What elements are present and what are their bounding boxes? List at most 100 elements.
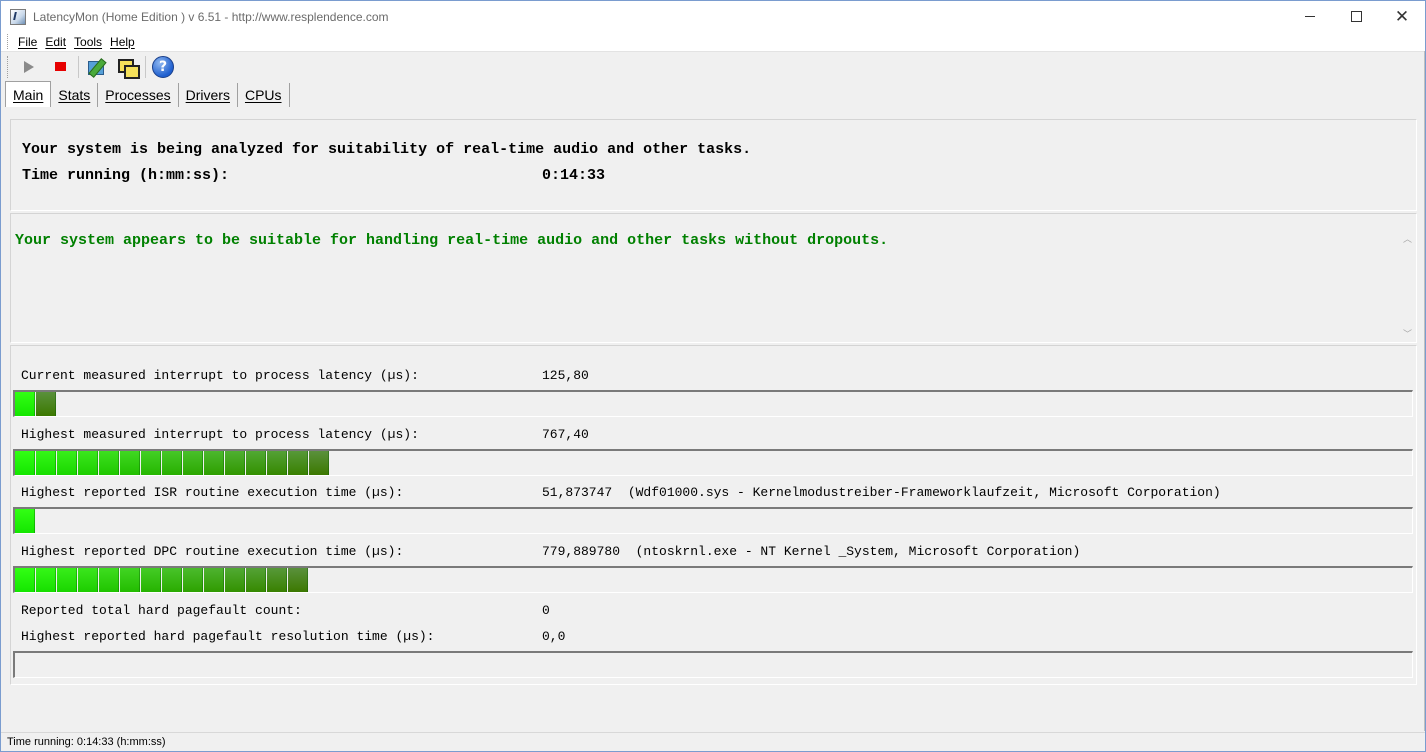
- tab-processes[interactable]: Processes: [98, 83, 179, 107]
- bar-segment: [267, 451, 287, 475]
- close-icon: ✕: [1394, 7, 1410, 26]
- minimize-button[interactable]: [1287, 1, 1333, 32]
- close-button[interactable]: ✕: [1379, 1, 1425, 32]
- bar-segment: [36, 392, 56, 416]
- time-running-value: 0:14:33: [542, 167, 606, 184]
- verdict-scrollbar[interactable]: ︿ ﹀: [1400, 232, 1416, 340]
- verdict-panel: Your system appears to be suitable for h…: [10, 213, 1417, 343]
- time-running-label: Time running (h:mm:ss):: [22, 167, 230, 184]
- bar-segment: [15, 568, 35, 592]
- bar-segment: [204, 451, 224, 475]
- tab-stats[interactable]: Stats: [51, 83, 99, 107]
- menu-help[interactable]: Help: [106, 35, 139, 49]
- tab-drivers-label: Drivers: [185, 87, 230, 103]
- start-button[interactable]: [16, 54, 42, 80]
- isr-value: 51,873747 (Wdf01000.sys - Kernelmodustre…: [542, 485, 1221, 500]
- bar-segment: [288, 451, 308, 475]
- bar-segment: [246, 568, 266, 592]
- stop-icon: [54, 62, 66, 71]
- window-controls: ✕: [1287, 1, 1425, 32]
- tools-button[interactable]: [83, 54, 109, 80]
- status-bar: Time running: 0:14:33 (h:mm:ss): [1, 732, 1425, 751]
- bar-segment: [288, 568, 308, 592]
- menu-file[interactable]: File: [14, 35, 41, 49]
- stop-button[interactable]: [47, 54, 73, 80]
- maximize-button[interactable]: [1333, 1, 1379, 32]
- pagefault-time-value: 0,0: [542, 629, 566, 644]
- tab-stats-label: Stats: [58, 87, 91, 103]
- tools-icon: [86, 57, 107, 78]
- bar-segment: [78, 568, 98, 592]
- title-bar[interactable]: LatencyMon (Home Edition ) v 6.51 - http…: [1, 1, 1425, 32]
- analysis-panel: Your system is being analyzed for suitab…: [10, 119, 1417, 211]
- bar-segment: [15, 392, 35, 416]
- tab-main-label: Main: [13, 86, 44, 103]
- windows-button[interactable]: [114, 54, 140, 80]
- bar-segment: [120, 568, 140, 592]
- window-edge: [1424, 51, 1425, 731]
- bar-segment: [78, 451, 98, 475]
- current-latency-value: 125,80: [542, 368, 589, 383]
- bar-segment: [309, 451, 329, 475]
- menu-grip: [7, 34, 10, 49]
- tab-strip: Main Stats Processes Drivers CPUs: [1, 81, 1425, 107]
- highest-latency-label: Highest measured interrupt to process la…: [21, 427, 419, 442]
- bar-segment: [57, 568, 77, 592]
- pagefault-count-label: Reported total hard pagefault count:: [21, 603, 302, 618]
- maximize-icon: [1350, 11, 1362, 22]
- current-latency-bar: [13, 390, 1413, 417]
- bar-segment: [36, 568, 56, 592]
- dpc-value: 779,889780 (ntoskrnl.exe - NT Kernel _Sy…: [542, 544, 1081, 559]
- tab-cpus[interactable]: CPUs: [238, 83, 290, 107]
- bar-segment: [36, 451, 56, 475]
- toolbar-separator: [78, 55, 79, 78]
- bar-segment: [99, 568, 119, 592]
- dpc-bar: [13, 566, 1413, 593]
- highest-latency-value: 767,40: [542, 427, 589, 442]
- bar-segment: [141, 568, 161, 592]
- menu-bar: File Edit Tools Help: [1, 32, 1425, 52]
- main-content: Your system is being analyzed for suitab…: [10, 119, 1417, 685]
- verdict-text: Your system appears to be suitable for h…: [15, 232, 889, 249]
- scroll-down-icon[interactable]: ﹀: [1403, 327, 1412, 340]
- dpc-label: Highest reported DPC routine execution t…: [21, 544, 404, 559]
- scroll-up-icon[interactable]: ︿: [1403, 232, 1412, 245]
- bar-segment: [204, 568, 224, 592]
- tab-processes-label: Processes: [105, 87, 171, 103]
- bar-segment: [225, 568, 245, 592]
- bar-segment: [267, 568, 287, 592]
- help-icon: ?: [152, 55, 174, 78]
- tab-main[interactable]: Main: [5, 81, 52, 107]
- help-button[interactable]: ?: [150, 54, 176, 80]
- analysis-status: Your system is being analyzed for suitab…: [22, 141, 752, 158]
- bar-segment: [162, 451, 182, 475]
- highest-latency-bar: [13, 449, 1413, 476]
- bar-segment: [183, 451, 203, 475]
- bar-segment: [15, 451, 35, 475]
- toolbar-separator: [145, 55, 146, 78]
- menu-tools[interactable]: Tools: [70, 35, 106, 49]
- minimize-icon: [1305, 16, 1315, 17]
- metrics-panel: Current measured interrupt to process la…: [10, 345, 1417, 685]
- latencymon-window: LatencyMon (Home Edition ) v 6.51 - http…: [0, 0, 1426, 752]
- pagefault-count-value: 0: [542, 603, 550, 618]
- windows-icon: [117, 57, 140, 79]
- app-icon: [10, 8, 26, 25]
- toolbar: ?: [1, 52, 1425, 81]
- tab-drivers[interactable]: Drivers: [179, 83, 238, 107]
- bar-segment: [15, 509, 35, 533]
- play-icon: [24, 60, 34, 73]
- bar-segment: [141, 451, 161, 475]
- bar-segment: [225, 451, 245, 475]
- bar-segment: [183, 568, 203, 592]
- menu-edit[interactable]: Edit: [41, 35, 70, 49]
- status-text: Time running: 0:14:33 (h:mm:ss): [7, 736, 166, 748]
- bar-segment: [162, 568, 182, 592]
- bar-segment: [246, 451, 266, 475]
- pagefault-time-label: Highest reported hard pagefault resoluti…: [21, 629, 435, 644]
- isr-label: Highest reported ISR routine execution t…: [21, 485, 404, 500]
- bar-segment: [99, 451, 119, 475]
- window-title: LatencyMon (Home Edition ) v 6.51 - http…: [33, 9, 389, 24]
- bar-segment: [120, 451, 140, 475]
- toolbar-grip: [7, 55, 10, 78]
